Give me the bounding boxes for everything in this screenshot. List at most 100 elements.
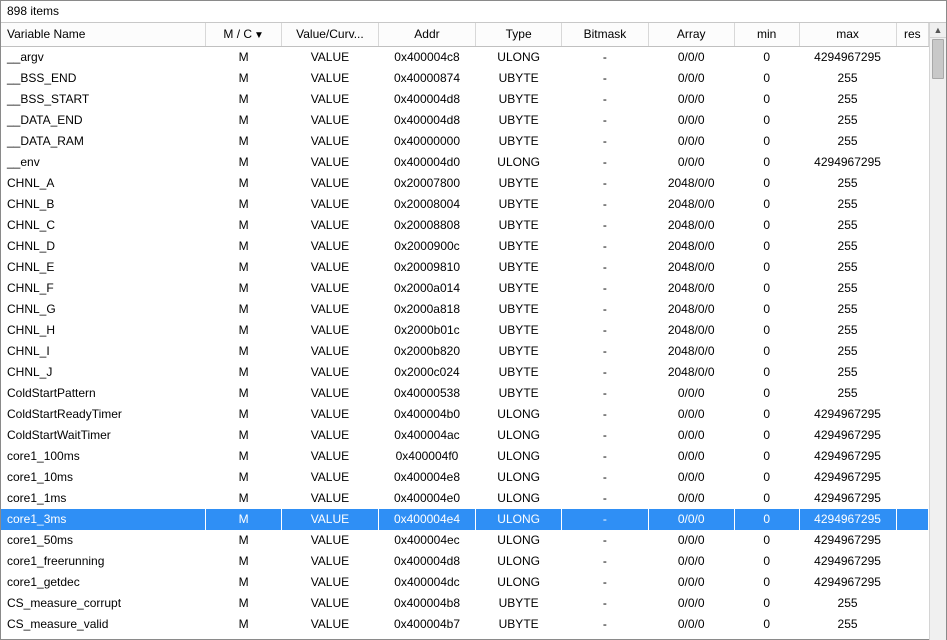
table-row[interactable]: core1_50msMVALUE0x400004ecULONG-0/0/0042… — [1, 530, 929, 551]
cell-mc: M — [206, 68, 281, 89]
cell-type: UBYTE — [476, 320, 562, 341]
table-row[interactable]: CHNL_IMVALUE0x2000b820UBYTE-2048/0/00255 — [1, 341, 929, 362]
cell-array: 2048/0/0 — [648, 299, 734, 320]
cell-res — [896, 89, 928, 110]
table-row[interactable]: ColdStartReadyTimerMVALUE0x400004b0ULONG… — [1, 404, 929, 425]
cell-value: VALUE — [281, 383, 378, 404]
table-row[interactable]: __envMVALUE0x400004d0ULONG-0/0/004294967… — [1, 152, 929, 173]
cell-res — [896, 446, 928, 467]
column-header-label: Value/Curv... — [296, 27, 364, 41]
cell-addr: 0x20008808 — [378, 215, 475, 236]
cell-type: ULONG — [476, 425, 562, 446]
cell-type: UBYTE — [476, 89, 562, 110]
cell-value: VALUE — [281, 131, 378, 152]
cell-max: 4294967295 — [799, 551, 896, 572]
table-row[interactable]: core1_freerunningMVALUE0x400004d8ULONG-0… — [1, 551, 929, 572]
vertical-scrollbar[interactable]: ▲ ▼ — [929, 23, 946, 640]
table-row[interactable]: CHNL_EMVALUE0x20009810UBYTE-2048/0/00255 — [1, 257, 929, 278]
column-header-name[interactable]: Variable Name — [1, 23, 206, 47]
table-row[interactable]: CHNL_HMVALUE0x2000b01cUBYTE-2048/0/00255 — [1, 320, 929, 341]
table-row[interactable]: CHNL_JMVALUE0x2000c024UBYTE-2048/0/00255 — [1, 362, 929, 383]
cell-array: 2048/0/0 — [648, 278, 734, 299]
table-row[interactable]: core1_10msMVALUE0x400004e8ULONG-0/0/0042… — [1, 467, 929, 488]
cell-res — [896, 530, 928, 551]
table-row[interactable]: core1_100msMVALUE0x400004f0ULONG-0/0/004… — [1, 446, 929, 467]
cell-res — [896, 362, 928, 383]
cell-min: 0 — [734, 509, 799, 530]
cell-bitmask: - — [562, 131, 648, 152]
table-row[interactable]: CHNL_CMVALUE0x20008808UBYTE-2048/0/00255 — [1, 215, 929, 236]
cell-name: CHNL_G — [1, 299, 206, 320]
cell-bitmask: - — [562, 173, 648, 194]
table-row[interactable]: CS_measure_validMVALUE0x400004b7UBYTE-0/… — [1, 614, 929, 635]
cell-name: CHNL_C — [1, 215, 206, 236]
column-header-max[interactable]: max — [799, 23, 896, 47]
table-row[interactable]: CS_measure_corruptMVALUE0x400004b8UBYTE-… — [1, 593, 929, 614]
cell-max: 255 — [799, 278, 896, 299]
table-row[interactable]: CHNL_AMVALUE0x20007800UBYTE-2048/0/00255 — [1, 173, 929, 194]
scroll-up-button[interactable]: ▲ — [930, 23, 946, 38]
cell-name: __BSS_START — [1, 89, 206, 110]
column-header-res[interactable]: res — [896, 23, 928, 47]
cell-addr: 0x40000538 — [378, 383, 475, 404]
cell-value: VALUE — [281, 110, 378, 131]
table-row[interactable]: __BSS_ENDMVALUE0x40000874UBYTE-0/0/00255 — [1, 68, 929, 89]
column-header-bitmask[interactable]: Bitmask — [562, 23, 648, 47]
cell-bitmask: - — [562, 278, 648, 299]
cell-value: VALUE — [281, 152, 378, 173]
cell-max: 255 — [799, 362, 896, 383]
cell-max: 4294967295 — [799, 404, 896, 425]
header-row[interactable]: Variable NameM / C▼ Value/Curv... AddrType… — [1, 23, 929, 47]
cell-bitmask: - — [562, 215, 648, 236]
column-header-label: M / C — [223, 27, 252, 41]
cell-name: __DATA_RAM — [1, 131, 206, 152]
cell-name: CS_time_detect_to_ready_ms — [1, 635, 206, 640]
cell-min: 0 — [734, 89, 799, 110]
table-row[interactable]: __BSS_STARTMVALUE0x400004d8UBYTE-0/0/002… — [1, 89, 929, 110]
cell-min: 0 — [734, 299, 799, 320]
cell-res — [896, 236, 928, 257]
cell-type: ULONG — [476, 488, 562, 509]
cell-addr: 0x400004d8 — [378, 110, 475, 131]
table-row[interactable]: core1_1msMVALUE0x400004e0ULONG-0/0/00429… — [1, 488, 929, 509]
cell-array: 0/0/0 — [648, 467, 734, 488]
cell-type: UBYTE — [476, 299, 562, 320]
table-row[interactable]: core1_3msMVALUE0x400004e4ULONG-0/0/00429… — [1, 509, 929, 530]
cell-bitmask: - — [562, 614, 648, 635]
table-row[interactable]: __DATA_RAMMVALUE0x40000000UBYTE-0/0/0025… — [1, 131, 929, 152]
cell-max: 255 — [799, 614, 896, 635]
table-row[interactable]: CHNL_GMVALUE0x2000a818UBYTE-2048/0/00255 — [1, 299, 929, 320]
cell-array: 0/0/0 — [648, 635, 734, 640]
column-header-type[interactable]: Type — [476, 23, 562, 47]
table-row[interactable]: ColdStartWaitTimerMVALUE0x400004acULONG-… — [1, 425, 929, 446]
cell-res — [896, 47, 928, 69]
cell-name: core1_getdec — [1, 572, 206, 593]
cell-min: 0 — [734, 593, 799, 614]
table-row[interactable]: ColdStartPatternMVALUE0x40000538UBYTE-0/… — [1, 383, 929, 404]
vertical-scroll-thumb[interactable] — [932, 39, 944, 79]
cell-array: 2048/0/0 — [648, 236, 734, 257]
table-row[interactable]: CHNL_FMVALUE0x2000a014UBYTE-2048/0/00255 — [1, 278, 929, 299]
table-body[interactable]: __argvMVALUE0x400004c8ULONG-0/0/00429496… — [1, 47, 929, 640]
cell-bitmask: - — [562, 68, 648, 89]
cell-min: 0 — [734, 341, 799, 362]
cell-max: 255 — [799, 341, 896, 362]
variable-grid[interactable]: Variable NameM / C▼ Value/Curv... AddrType… — [1, 23, 929, 640]
column-header-mc[interactable]: M / C▼ — [206, 23, 281, 47]
table-row[interactable]: __DATA_ENDMVALUE0x400004d8UBYTE-0/0/0025… — [1, 110, 929, 131]
column-header-array[interactable]: Array — [648, 23, 734, 47]
table-row[interactable]: core1_getdecMVALUE0x400004dcULONG-0/0/00… — [1, 572, 929, 593]
table-row[interactable]: __argvMVALUE0x400004c8ULONG-0/0/00429496… — [1, 47, 929, 69]
column-header-min[interactable]: min — [734, 23, 799, 47]
table-row[interactable]: CHNL_DMVALUE0x2000900cUBYTE-2048/0/00255 — [1, 236, 929, 257]
cell-type: ULONG — [476, 404, 562, 425]
column-header-addr[interactable]: Addr — [378, 23, 475, 47]
table-row[interactable]: CS_time_detect_to_ready_msMVALUE0x400004… — [1, 635, 929, 640]
column-header-value[interactable]: Value/Curv... — [281, 23, 378, 47]
cell-value: VALUE — [281, 572, 378, 593]
cell-addr: 0x400004ac — [378, 425, 475, 446]
item-count-label: 898 items — [1, 1, 946, 23]
table-row[interactable]: CHNL_BMVALUE0x20008004UBYTE-2048/0/00255 — [1, 194, 929, 215]
cell-max: 255 — [799, 110, 896, 131]
cell-array: 0/0/0 — [648, 131, 734, 152]
